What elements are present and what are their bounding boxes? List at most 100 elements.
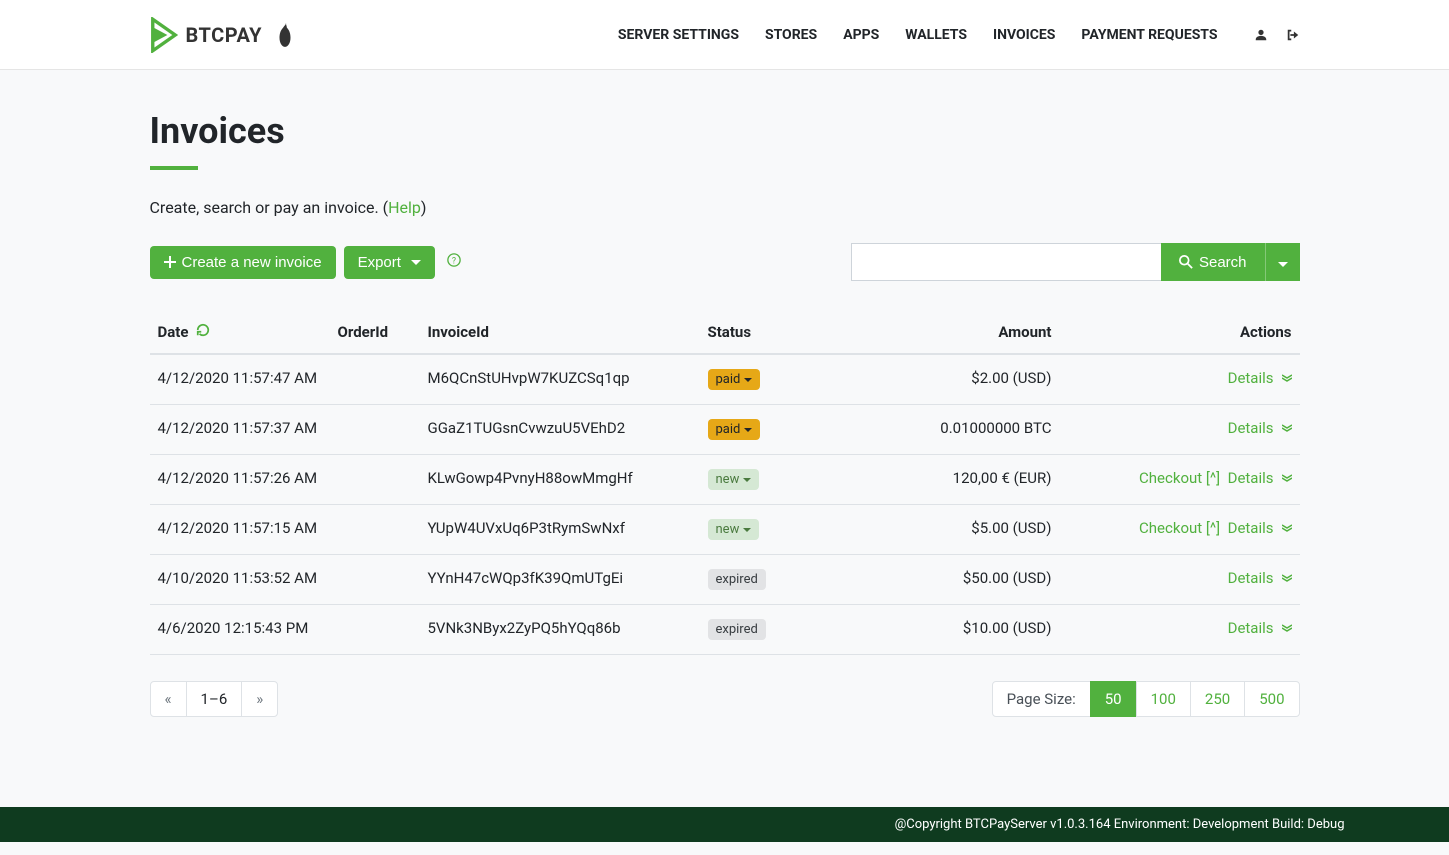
logout-icon[interactable] (1286, 28, 1300, 42)
cell-status: expired (700, 605, 860, 655)
status-badge[interactable]: paid (708, 369, 761, 390)
page-size-50[interactable]: 50 (1090, 681, 1137, 717)
page-size-250[interactable]: 250 (1190, 681, 1245, 717)
cell-orderid (330, 555, 420, 605)
footer-bar: @Copyright BTCPayServer v1.0.3.164 Envir… (0, 807, 1449, 842)
table-row: 4/6/2020 12:15:43 PM 5VNk3NByx2ZyPQ5hYQq8… (150, 605, 1300, 655)
table-row: 4/12/2020 11:57:37 AM GGaZ1TUGsnCvwzuU5VE… (150, 405, 1300, 455)
page-size-500[interactable]: 500 (1244, 681, 1299, 717)
cell-actions: Checkout [^] Details (1060, 455, 1300, 505)
cell-actions: Details (1060, 555, 1300, 605)
search-dropdown-button[interactable] (1265, 243, 1300, 281)
page-next[interactable]: » (241, 681, 278, 717)
logo-group: BTCPAY (150, 17, 297, 53)
status-badge: expired (708, 619, 766, 640)
cell-orderid (330, 405, 420, 455)
page-prev[interactable]: « (150, 681, 187, 717)
status-badge[interactable]: new (708, 519, 760, 540)
status-badge[interactable]: new (708, 469, 760, 490)
user-icon[interactable] (1254, 28, 1268, 42)
export-button[interactable]: Export (344, 246, 435, 279)
footer-text: @Copyright BTCPayServer v1.0.3.164 Envir… (85, 817, 1365, 832)
cell-status: paid (700, 354, 860, 405)
checkout-link[interactable]: Checkout [^] (1139, 469, 1220, 487)
cell-amount: $50.00 (USD) (860, 555, 1060, 605)
col-date[interactable]: Date (150, 311, 330, 354)
cell-orderid (330, 455, 420, 505)
expand-icon[interactable] (1282, 422, 1292, 436)
invoices-table: Date OrderId InvoiceId Status Amount Act… (150, 311, 1300, 655)
brand-logo[interactable]: BTCPAY (150, 17, 263, 53)
col-orderid: OrderId (330, 311, 420, 354)
expand-icon[interactable] (1282, 622, 1292, 636)
cell-invoiceid: KLwGowp4PvnyH88owMmgHf (420, 455, 700, 505)
col-amount: Amount (860, 311, 1060, 354)
expand-icon[interactable] (1282, 472, 1292, 486)
nav-invoices[interactable]: INVOICES (993, 27, 1055, 43)
navbar: BTCPAY SERVER SETTINGS STORES APPS WALLE… (0, 0, 1449, 70)
table-row: 4/12/2020 11:57:26 AM KLwGowp4PvnyH88owMm… (150, 455, 1300, 505)
help-link[interactable]: Help (388, 198, 421, 217)
page-size-label: Page Size: (992, 681, 1091, 717)
cell-date: 4/12/2020 11:57:26 AM (150, 455, 330, 505)
btcpay-logo-icon (150, 17, 178, 53)
cell-date: 4/6/2020 12:15:43 PM (150, 605, 330, 655)
cell-actions: Details (1060, 605, 1300, 655)
page-size-100[interactable]: 100 (1136, 681, 1191, 717)
cell-status: expired (700, 555, 860, 605)
cell-invoiceid: GGaZ1TUGsnCvwzuU5VEhD2 (420, 405, 700, 455)
cell-orderid (330, 505, 420, 555)
page-size-group: Page Size: 50100250500 (992, 681, 1300, 717)
brand-text: BTCPAY (186, 23, 263, 47)
cell-date: 4/12/2020 11:57:15 AM (150, 505, 330, 555)
toolbar: Create a new invoice Export ? Search (150, 243, 1300, 281)
nav-stores[interactable]: STORES (765, 27, 817, 43)
details-link[interactable]: Details (1228, 469, 1274, 487)
details-link[interactable]: Details (1228, 619, 1274, 637)
expand-icon[interactable] (1282, 372, 1292, 386)
cell-orderid (330, 605, 420, 655)
cell-amount: 120,00 € (EUR) (860, 455, 1060, 505)
cell-amount: $5.00 (USD) (860, 505, 1060, 555)
details-link[interactable]: Details (1228, 419, 1274, 437)
refresh-icon[interactable] (196, 323, 210, 341)
details-link[interactable]: Details (1228, 369, 1274, 387)
search-group: Search (851, 243, 1300, 281)
expand-icon[interactable] (1282, 572, 1292, 586)
search-button[interactable]: Search (1161, 243, 1265, 281)
tor-onion-icon[interactable] (274, 22, 296, 48)
table-row: 4/12/2020 11:57:47 AMM6QCnStUHvpW7KUZCSq… (150, 354, 1300, 405)
col-invoiceid: InvoiceId (420, 311, 700, 354)
cell-invoiceid: YYnH47cWQp3fK39QmUTgEi (420, 555, 700, 605)
nav-wallets[interactable]: WALLETS (905, 27, 967, 43)
cell-amount: 0.01000000 BTC (860, 405, 1060, 455)
nav-server-settings[interactable]: SERVER SETTINGS (618, 27, 739, 43)
cell-date: 4/12/2020 11:57:37 AM (150, 405, 330, 455)
nav-payment-requests[interactable]: PAYMENT REQUESTS (1081, 27, 1217, 43)
search-icon (1179, 255, 1193, 269)
cell-status: new (700, 505, 860, 555)
pagination: « 1–6 » (150, 681, 279, 717)
cell-actions: Checkout [^] Details (1060, 505, 1300, 555)
status-badge[interactable]: paid (708, 419, 761, 440)
nav-apps[interactable]: APPS (843, 27, 879, 43)
page-range[interactable]: 1–6 (186, 681, 243, 717)
cell-status: new (700, 455, 860, 505)
col-status: Status (700, 311, 860, 354)
checkout-link[interactable]: Checkout [^] (1139, 519, 1220, 537)
plus-icon (164, 256, 176, 268)
cell-actions: Details (1060, 354, 1300, 405)
main-content: Invoices Create, search or pay an invoic… (150, 70, 1300, 757)
help-icon[interactable]: ? (447, 253, 461, 271)
search-input[interactable] (851, 243, 1161, 281)
cell-actions: Details (1060, 405, 1300, 455)
cell-invoiceid: 5VNk3NByx2ZyPQ5hYQq86b (420, 605, 700, 655)
details-link[interactable]: Details (1228, 519, 1274, 537)
details-link[interactable]: Details (1228, 569, 1274, 587)
expand-icon[interactable] (1282, 522, 1292, 536)
table-row: 4/10/2020 11:53:52 AMYYnH47cWQp3fK39QmUT… (150, 555, 1300, 605)
cell-amount: $10.00 (USD) (860, 605, 1060, 655)
cell-date: 4/12/2020 11:57:47 AM (150, 354, 330, 405)
cell-status: paid (700, 405, 860, 455)
create-invoice-button[interactable]: Create a new invoice (150, 246, 336, 279)
